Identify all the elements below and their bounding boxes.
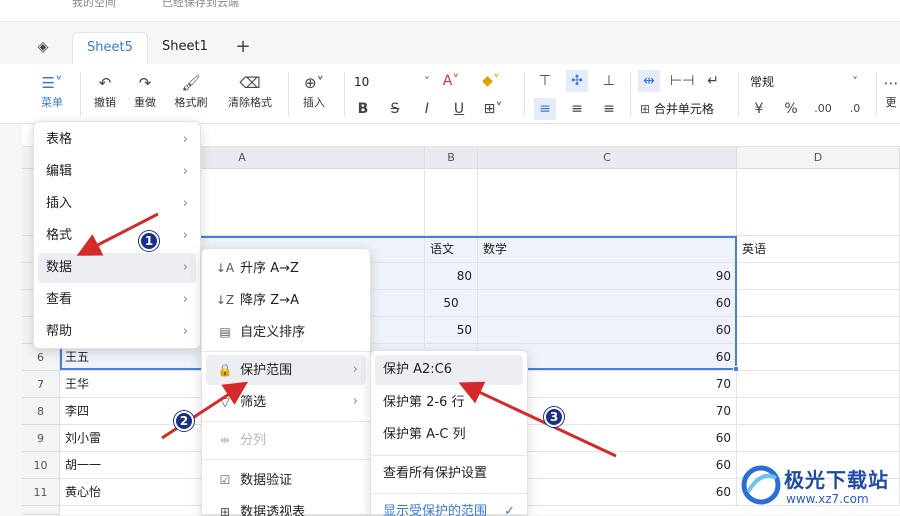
step-badge-3: 3: [544, 407, 564, 427]
arrow-2: [161, 381, 249, 440]
watermark-title: 极光下载站: [784, 468, 889, 492]
annotation-arrows: [76, 212, 617, 458]
watermark: 极光下载站 www.xz7.com: [740, 462, 900, 512]
step-badge-2: 2: [174, 411, 194, 431]
watermark-url: www.xz7.com: [786, 492, 869, 506]
watermark-logo-icon: [741, 465, 781, 505]
step-badge-1: 1: [139, 231, 159, 251]
arrow-3: [458, 381, 617, 458]
